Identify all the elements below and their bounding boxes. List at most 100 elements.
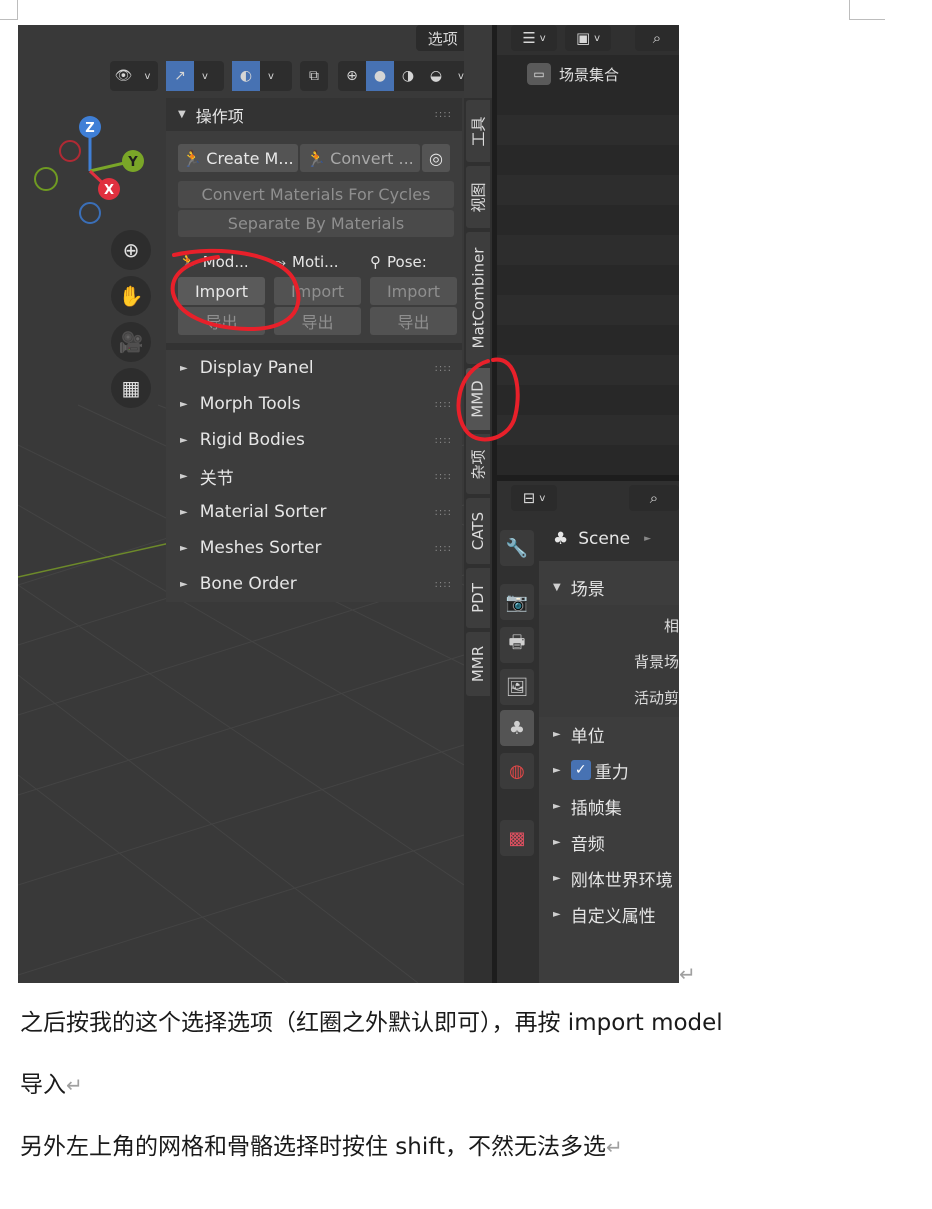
tab-matcombiner[interactable]: MatCombiner bbox=[466, 232, 490, 364]
convert-button[interactable]: 🏃 Convert ... bbox=[300, 144, 420, 172]
display-panel-header[interactable]: ► Display Panel:::: bbox=[166, 350, 462, 386]
tab-cats-label: CATS bbox=[469, 511, 488, 551]
tab-view[interactable]: 视图 bbox=[466, 166, 490, 228]
drag-handle-icon[interactable]: :::: bbox=[435, 435, 452, 446]
tool-tab-icon[interactable]: 🔧 bbox=[500, 530, 534, 566]
joints-header[interactable]: ► 关节:::: bbox=[166, 458, 462, 494]
morph-tools-header[interactable]: ► Morph Tools:::: bbox=[166, 386, 462, 422]
tab-mmd[interactable]: MMD bbox=[466, 368, 490, 430]
export-motion-label: 导出 bbox=[301, 313, 334, 332]
tab-misc[interactable]: 杂项 bbox=[466, 434, 490, 494]
sidebar-tabs: 工具 视图 MatCombiner MMD 杂项 CATS PDT MMR bbox=[464, 98, 492, 983]
separate-materials-button[interactable]: Separate By Materials bbox=[178, 210, 454, 237]
3d-viewport[interactable]: 选项 ⌄ 👁 v ↗ v ◐ v ⧉ ⊕ ● ◑ ◒ v bbox=[18, 25, 464, 983]
chevron-down-icon: v bbox=[594, 32, 601, 44]
page-corner-mark-left bbox=[0, 0, 18, 20]
scene-icon: ♣ bbox=[553, 529, 569, 549]
bone-order-header[interactable]: ► Bone Order:::: bbox=[166, 566, 462, 602]
grid-icon[interactable]: ▦ bbox=[111, 368, 151, 408]
display-mode-dropdown[interactable]: ☰ v bbox=[511, 25, 557, 51]
material-sorter-header[interactable]: ► Material Sorter:::: bbox=[166, 494, 462, 530]
view-layer-tab-icon[interactable]: 🖼 bbox=[500, 669, 534, 705]
scene-name-field[interactable]: ♣ Scene ► bbox=[539, 521, 679, 557]
options-label: 选项 bbox=[427, 29, 458, 48]
xray-toggle[interactable]: ⧉ bbox=[300, 61, 328, 91]
outliner-mode-icon: ☰ bbox=[522, 29, 536, 47]
export-pose-button[interactable]: 导出 bbox=[370, 307, 457, 335]
bone-order-label: Bone Order bbox=[199, 574, 297, 594]
camera-icon[interactable]: 🎥 bbox=[111, 322, 151, 362]
drag-handle-icon[interactable]: :::: bbox=[435, 399, 452, 410]
visibility-dropdown[interactable]: 👁 v bbox=[110, 61, 158, 91]
triangle-right-icon: ► bbox=[553, 908, 561, 920]
panel-title: 操作项 bbox=[195, 106, 244, 126]
import-pose-button[interactable]: Import bbox=[370, 277, 457, 305]
audio-section-header[interactable]: ► 音频 bbox=[539, 824, 679, 860]
search-icon[interactable]: ⌕ bbox=[635, 25, 679, 51]
hand-icon[interactable]: ✋ bbox=[111, 276, 151, 316]
chevron-down-icon[interactable]: v bbox=[450, 61, 464, 91]
operators-panel-header[interactable]: ▼ 操作项 :::: bbox=[166, 98, 462, 131]
keying-sets-label: 插帧集 bbox=[570, 798, 622, 819]
settings-icon[interactable]: ◎ bbox=[422, 144, 450, 172]
filter-dropdown[interactable]: ▣ v bbox=[565, 25, 611, 51]
rendered-shading-icon[interactable]: ◒ bbox=[422, 61, 450, 91]
create-model-button[interactable]: 🏃 Create M... bbox=[178, 144, 298, 172]
material-shading-icon[interactable]: ◑ bbox=[394, 61, 422, 91]
tab-tool[interactable]: 工具 bbox=[466, 100, 490, 162]
editor-type-dropdown[interactable]: ⊟ v bbox=[511, 485, 557, 511]
import-motion-button[interactable]: Import bbox=[274, 277, 361, 305]
triangle-right-icon: ► bbox=[180, 506, 188, 518]
rigid-bodies-header[interactable]: ► Rigid Bodies:::: bbox=[166, 422, 462, 458]
meshes-sorter-header[interactable]: ► Meshes Sorter:::: bbox=[166, 530, 462, 566]
drag-handle-icon[interactable]: :::: bbox=[435, 363, 452, 374]
tab-mmd-label: MMD bbox=[469, 380, 487, 418]
export-model-button[interactable]: 导出 bbox=[178, 307, 265, 335]
rigid-body-world-label: 刚体世界环境 bbox=[570, 870, 673, 891]
units-section-header[interactable]: ► 单位 bbox=[539, 716, 679, 752]
zoom-icon[interactable]: ⊕ bbox=[111, 230, 151, 270]
keying-sets-section-header[interactable]: ► 插帧集 bbox=[539, 788, 679, 824]
solid-shading-icon[interactable]: ● bbox=[366, 61, 394, 91]
texture-tab-icon[interactable]: ▩ bbox=[500, 820, 534, 856]
motion-io-column: ⤳ Moti... Import 导出 bbox=[274, 249, 361, 335]
navigation-gizmo[interactable]: Z Y X bbox=[30, 113, 160, 228]
scene-name-label: Scene bbox=[578, 529, 631, 549]
drag-handle-icon[interactable]: :::: bbox=[435, 543, 452, 554]
convert-materials-button[interactable]: Convert Materials For Cycles bbox=[178, 181, 454, 208]
output-tab-icon[interactable]: 🖶 bbox=[500, 627, 534, 663]
gizmo-dropdown[interactable]: ↗ v bbox=[166, 61, 224, 91]
triangle-right-icon: ► bbox=[180, 362, 188, 374]
units-label: 单位 bbox=[570, 726, 605, 747]
options-dropdown[interactable]: 选项 ⌄ bbox=[416, 25, 464, 51]
svg-text:Y: Y bbox=[127, 155, 138, 170]
import-model-button[interactable]: Import bbox=[178, 277, 265, 305]
model-io-column: 🏃 Mod... Import 导出 bbox=[178, 249, 265, 335]
gravity-section-header[interactable]: ► ✓ 重力 bbox=[539, 752, 679, 788]
drag-handle-icon[interactable]: :::: bbox=[435, 507, 452, 518]
render-tab-icon[interactable]: 📷 bbox=[500, 584, 534, 620]
custom-properties-section-header[interactable]: ► 自定义属性 bbox=[539, 896, 679, 932]
chevron-down-icon: v bbox=[202, 70, 208, 82]
scene-section-header[interactable]: ▼ 场景 bbox=[539, 569, 679, 605]
drag-handle-icon[interactable]: :::: bbox=[435, 471, 452, 482]
export-motion-button[interactable]: 导出 bbox=[274, 307, 361, 335]
search-icon[interactable]: ⌕ bbox=[629, 485, 679, 511]
wireframe-shading-icon[interactable]: ⊕ bbox=[338, 61, 366, 91]
tab-pdt[interactable]: PDT bbox=[466, 568, 490, 628]
properties-editor: ⊟ v ⌕ 🔧 📷 🖶 🖼 ♣ ◍ ▩ ♣ Scene ► ▼ 场景 相 背景场 活… bbox=[497, 481, 679, 983]
world-tab-icon[interactable]: ◍ bbox=[500, 753, 534, 789]
scene-tab-icon[interactable]: ♣ bbox=[500, 710, 534, 746]
gravity-checkbox[interactable]: ✓ bbox=[570, 760, 591, 780]
triangle-right-icon: ► bbox=[553, 836, 561, 848]
drag-handle-icon[interactable]: :::: bbox=[435, 109, 452, 120]
tab-mmr[interactable]: MMR bbox=[466, 632, 490, 696]
tab-cats[interactable]: CATS bbox=[466, 498, 490, 564]
drag-handle-icon[interactable]: :::: bbox=[435, 579, 452, 590]
panel-separator bbox=[166, 343, 462, 350]
outliner-editor: ☰ v ▣ v ⌕ ▭ 场景集合 bbox=[497, 25, 679, 475]
overlay-dropdown[interactable]: ◐ v bbox=[232, 61, 292, 91]
rigid-body-world-section-header[interactable]: ► 刚体世界环境 bbox=[539, 860, 679, 896]
meshes-sorter-label: Meshes Sorter bbox=[199, 538, 322, 558]
scene-collection-row[interactable]: ▭ 场景集合 bbox=[527, 61, 619, 87]
